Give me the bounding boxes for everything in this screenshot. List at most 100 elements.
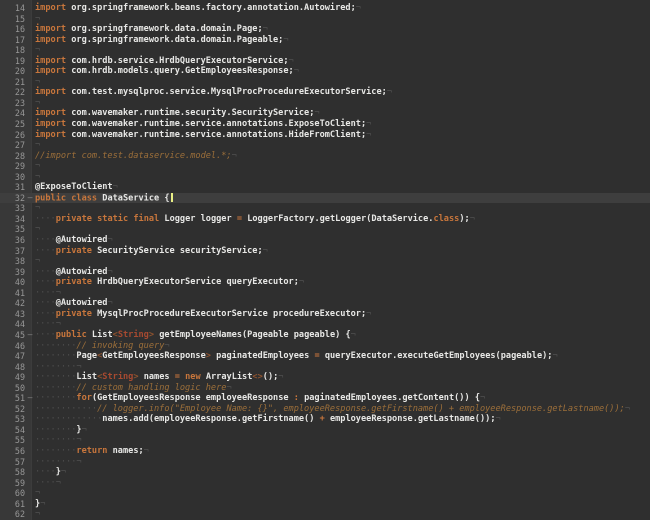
fold-marker-icon[interactable]: – [25,393,35,404]
code-line[interactable]: 53 ·············names.add(employeeRespons… [0,414,650,425]
line-number: 27 [0,140,25,151]
code-line[interactable]: 24import com.wavemaker.runtime.security.… [0,108,650,119]
code-text: ····@Autowired¬ [35,267,113,278]
code-line[interactable]: 46········// invoking query¬ [0,341,650,352]
line-number: 41 [0,288,25,299]
code-line[interactable]: 18¬ [0,45,650,56]
code-line[interactable]: 31@ExposeToClient¬ [0,182,650,193]
code-line[interactable]: 22import com.test.mysqlproc.service.Mysq… [0,87,650,98]
line-number: 58 [0,467,25,478]
code-line[interactable]: 15¬ [0,14,650,25]
line-number: 49 [0,372,25,383]
fold-column [25,288,35,299]
line-number: 42 [0,298,25,309]
code-line[interactable]: 27¬ [0,140,650,151]
code-text: ········¬ [35,435,82,446]
fold-column [25,256,35,267]
fold-column [25,66,35,77]
line-number: 21 [0,77,25,88]
code-text: ········Page<GetEmployeesResponse> pagin… [35,351,558,362]
code-line[interactable]: 38¬ [0,256,650,267]
code-line[interactable]: 47········Page<GetEmployeesResponse> pag… [0,351,650,362]
line-number: 25 [0,119,25,130]
code-line[interactable]: 32–public class DataService { [0,193,650,204]
code-text: import com.wavemaker.runtime.service.ann… [35,119,371,130]
code-text: ¬ [35,98,40,109]
code-line[interactable]: 58 ····}¬ [0,467,650,478]
code-line[interactable]: 42····@Autowired¬ [0,298,650,309]
code-line[interactable]: 33¬ [0,203,650,214]
code-text: ¬ [35,224,40,235]
fold-column [25,14,35,25]
code-line[interactable]: 49 ········List<String> names = new Array… [0,372,650,383]
line-number: 48 [0,362,25,373]
code-text: ¬ [35,14,40,25]
code-line[interactable]: 54········}¬ [0,425,650,436]
code-line[interactable]: 51–········for(GetEmployeesResponse empl… [0,393,650,404]
code-text: import com.wavemaker.runtime.service.ann… [35,130,371,141]
code-text: ········// invoking query¬ [35,341,170,352]
code-line[interactable]: 60¬ [0,488,650,499]
code-line[interactable]: 39····@Autowired¬ [0,267,650,278]
code-text: ········List<String> names = new ArrayLi… [35,372,283,383]
code-line[interactable]: 45–····public List<String> getEmployeeNa… [0,330,650,341]
code-line[interactable]: 35¬ [0,224,650,235]
code-line[interactable]: 21¬ [0,77,650,88]
code-line[interactable]: 30¬ [0,172,650,183]
code-line[interactable]: 57········¬ [0,457,650,468]
code-line[interactable]: 56········return names;¬ [0,446,650,457]
line-number: 54 [0,425,25,436]
code-line[interactable]: 43····private MysqlProcProcedureExecutor… [0,309,650,320]
code-text: ····}¬ [35,467,66,478]
line-number: 24 [0,108,25,119]
code-line[interactable]: 36····@Autowired¬ [0,235,650,246]
code-line[interactable]: 20import com.hrdb.models.query.GetEmploy… [0,66,650,77]
fold-column [25,35,35,46]
code-area[interactable]: 14import org.springframework.beans.facto… [0,0,650,520]
code-line[interactable]: 40····private HrdbQueryExecutorService q… [0,277,650,288]
code-text: ¬ [35,256,40,267]
code-line[interactable]: 25 import com.wavemaker.runtime.service.a… [0,119,650,130]
code-line[interactable]: 61}¬ [0,499,650,510]
code-line[interactable]: 34····private static final Logger logger… [0,214,650,225]
code-text: ········// custom handling logic here¬ [35,383,232,394]
fold-column [25,277,35,288]
code-text: //import com.test.dataservice.model.*;¬ [35,151,237,162]
code-editor[interactable]: 14import org.springframework.beans.facto… [0,0,650,520]
fold-marker-icon[interactable]: – [25,193,35,204]
code-line[interactable]: 28//import com.test.dataservice.model.*;… [0,151,650,162]
code-text: ····public List<String> getEmployeeNames… [35,330,356,341]
line-number: 18 [0,45,25,56]
code-line[interactable]: 23¬ [0,98,650,109]
fold-column [25,45,35,56]
code-line[interactable]: 17import org.springframework.data.domain… [0,35,650,46]
fold-marker-icon[interactable]: – [25,330,35,341]
code-line[interactable]: 26import com.wavemaker.runtime.service.a… [0,130,650,141]
fold-column [25,224,35,235]
line-number: 16 [0,24,25,35]
code-line[interactable]: 48········¬ [0,362,650,373]
code-line[interactable]: 50········// custom handling logic here¬ [0,383,650,394]
fold-column [25,467,35,478]
line-number: 53 [0,414,25,425]
code-line[interactable]: 41····¬ [0,288,650,299]
code-line[interactable]: 29¬ [0,161,650,172]
line-number: 57 [0,457,25,468]
fold-column [25,425,35,436]
code-line[interactable]: 14import org.springframework.beans.facto… [0,3,650,14]
code-line[interactable]: 44····¬ [0,319,650,330]
code-line[interactable]: 37····private SecurityService securitySe… [0,246,650,257]
code-line[interactable]: 16import org.springframework.data.domain… [0,24,650,35]
code-text: ·············names.add(employeeResponse.… [35,414,501,425]
fold-column [25,351,35,362]
code-line[interactable]: 55········¬ [0,435,650,446]
fold-column [25,161,35,172]
line-number: 51 [0,393,25,404]
code-line[interactable]: 19import com.hrdb.service.HrdbQueryExecu… [0,56,650,67]
fold-column [25,87,35,98]
fold-column [25,140,35,151]
code-line[interactable]: 59····¬ [0,478,650,489]
code-line[interactable]: 62¬ [0,509,650,520]
line-number: 36 [0,235,25,246]
code-line[interactable]: 52············// logger.info("Employee N… [0,404,650,415]
